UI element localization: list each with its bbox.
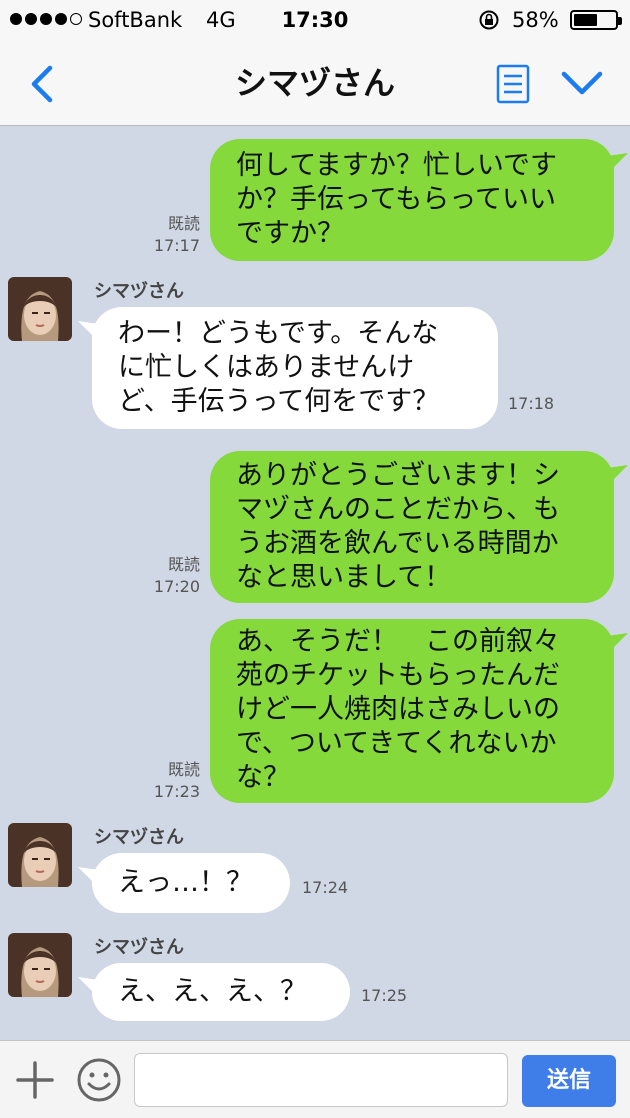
message-input[interactable] [134, 1053, 508, 1107]
message-input-bar: 送信 [0, 1040, 630, 1118]
message-text-line: えっ…！？ [118, 867, 253, 898]
emoji-icon[interactable] [76, 1057, 122, 1103]
message-text-line: 何してますか？忙しいです [236, 150, 558, 181]
message-incoming: シマヅさん わー！どうもです。そんな に忙しくはありませんけ ど、手伝うって何を… [0, 277, 630, 437]
sender-name: シマヅさん [94, 937, 184, 958]
message-time: 17:20 [153, 577, 200, 596]
message-text-line: で、ついてきてくれないか [236, 728, 557, 759]
message-text-line: な？ [236, 762, 290, 793]
message-time: 17:17 [153, 236, 200, 255]
status-bar: SoftBank 4G 17:30 58% [0, 0, 630, 40]
message-time: 17:23 [153, 782, 200, 801]
message-outgoing: 何してますか？忙しいです か？手伝ってもらっていい ですか？ 既読 17:17 [0, 127, 630, 267]
message-text-line: あ、そうだ！ この前叙々 [236, 626, 560, 657]
message-time: 17:24 [302, 878, 349, 897]
sender-name: シマヅさん [94, 827, 184, 848]
notes-icon[interactable] [496, 64, 530, 104]
message-bubble[interactable]: わー！どうもです。そんな に忙しくはありませんけ ど、手伝うって何をです？ [78, 307, 498, 429]
read-receipt: 既読 [167, 760, 200, 779]
message-outgoing: あ、そうだ！ この前叙々 苑のチケットもらったんだ けど一人焼肉はさみしいの で… [0, 617, 630, 807]
message-text-line: に忙しくはありませんけ [118, 352, 415, 383]
avatar-image [8, 933, 72, 997]
message-text-line: ど、手伝うって何をです？ [118, 386, 440, 417]
message-text-line: え、え、え、？ [118, 976, 307, 1007]
chevron-down-icon[interactable] [560, 66, 604, 102]
message-incoming: シマヅさん えっ…！？ 17:24 [0, 823, 630, 919]
sender-name: シマヅさん [94, 281, 184, 302]
message-outgoing: ありがとうございます！シ マヅさんのことだから、も うお酒を飲んでいる時間か な… [0, 447, 630, 607]
message-text-line: うお酒を飲んでいる時間か [236, 528, 559, 559]
message-text-line: ですか？ [236, 218, 344, 249]
message-meta: 既読 17:20 [140, 554, 200, 598]
avatar-image [8, 277, 72, 341]
avatar[interactable] [8, 933, 72, 997]
read-receipt: 既読 [167, 214, 200, 233]
avatar[interactable] [8, 277, 72, 341]
bubble-tail [78, 977, 106, 997]
message-bubble[interactable]: え、え、え、？ [78, 963, 350, 1021]
avatar[interactable] [8, 823, 72, 887]
message-meta: 既読 17:23 [140, 759, 200, 803]
message-bubble[interactable]: 何してますか？忙しいです か？手伝ってもらっていい ですか？ [210, 139, 628, 261]
avatar-image [8, 823, 72, 887]
send-button[interactable]: 送信 [522, 1055, 616, 1107]
plus-icon[interactable] [16, 1061, 54, 1099]
message-text-line: か？手伝ってもらっていい [236, 184, 556, 215]
battery-percentage: 58% [512, 8, 559, 32]
bubble-tail [600, 633, 628, 653]
message-text-line: なと思いまして！ [236, 562, 452, 593]
message-bubble[interactable]: あ、そうだ！ この前叙々 苑のチケットもらったんだ けど一人焼肉はさみしいの で… [210, 619, 628, 803]
bubble-tail [78, 321, 106, 341]
message-bubble[interactable]: えっ…！？ [78, 853, 290, 913]
message-bubble[interactable]: ありがとうございます！シ マヅさんのことだから、も うお酒を飲んでいる時間か な… [210, 451, 628, 603]
battery-icon [570, 10, 622, 30]
chat-header: シマヅさん [0, 40, 630, 126]
message-text-line: わー！どうもです。そんな [118, 318, 439, 349]
message-time: 17:25 [361, 986, 408, 1005]
chat-title: シマヅさん [234, 64, 395, 102]
message-text-line: マヅさんのことだから、も [236, 494, 560, 525]
message-text-line: 苑のチケットもらったんだ [236, 660, 560, 691]
bubble-tail [600, 153, 628, 173]
message-text-line: けど一人焼肉はさみしいの [236, 694, 560, 725]
chat-area[interactable]: 何してますか？忙しいです か？手伝ってもらっていい ですか？ 既読 17:17 … [0, 127, 630, 1040]
bubble-tail [600, 465, 628, 485]
bubble-tail [78, 867, 106, 887]
message-meta: 既読 17:17 [140, 213, 200, 257]
read-receipt: 既読 [167, 555, 200, 574]
message-time: 17:18 [508, 394, 555, 413]
message-incoming: シマヅさん え、え、え、？ 17:25 [0, 933, 630, 1029]
back-chevron-icon[interactable] [24, 62, 64, 106]
message-text-line: ありがとうございます！シ [236, 460, 560, 491]
rotation-lock-icon [479, 10, 499, 30]
